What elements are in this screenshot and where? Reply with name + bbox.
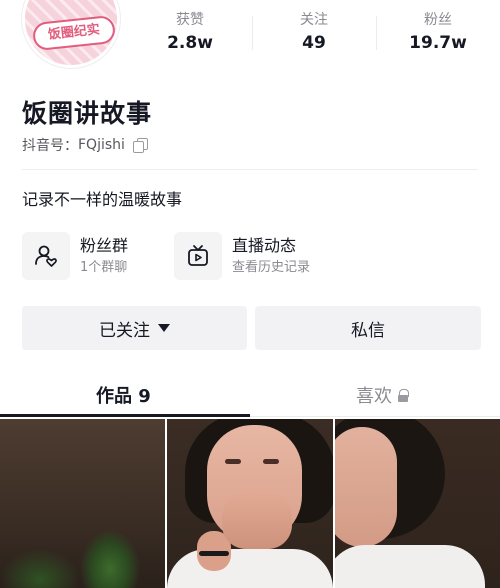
stat-label: 关注 [300,12,328,28]
stat-value: 49 [302,33,326,53]
copy-icon[interactable] [132,138,148,153]
followed-label: 已关注 [99,320,150,341]
video-thumbnail[interactable] [0,419,166,588]
fan-group-title: 粉丝群 [80,236,129,255]
stat-value: 19.7w [409,33,467,53]
tab-works-label: 作品 9 [96,386,151,407]
video-thumbnail[interactable] [334,419,500,588]
stat-value: 2.8w [167,33,213,53]
live-activity-entry[interactable]: 直播动态 查看历史记录 [174,232,310,280]
fan-group-sub: 1个群聊 [80,260,128,275]
stat-following[interactable]: 关注 49 [252,10,376,56]
fan-group-icon [35,245,57,267]
profile-name: 饭圈讲故事 [22,99,153,128]
live-activity-sub: 查看历史记录 [232,260,311,275]
avatar[interactable]: 饭圈纪实 [22,0,120,68]
tab-works[interactable]: 作品 9 [96,382,151,408]
tab-active-indicator [0,414,250,417]
uid-row: 抖音号： FQjishi [22,135,148,155]
caret-down-icon [158,324,170,332]
stat-likes[interactable]: 获赞 2.8w [128,10,252,56]
uid-value: FQjishi [78,137,125,153]
tv-play-icon [188,245,208,266]
uid-label: 抖音号： [22,138,78,154]
lock-icon [398,388,409,402]
message-label: 私信 [351,320,385,341]
stat-label: 获赞 [176,12,204,28]
video-grid [0,419,500,588]
tab-likes[interactable]: 喜欢 [356,382,409,408]
tab-likes-label: 喜欢 [356,386,392,407]
fan-group-icon-box [22,232,70,280]
live-activity-icon-box [174,232,222,280]
live-activity-title: 直播动态 [232,236,297,255]
stat-label: 粉丝 [424,12,452,28]
stats-bar: 获赞 2.8w 关注 49 粉丝 19.7w [128,10,500,56]
followed-button[interactable]: 已关注 [22,306,247,350]
fan-group-entry[interactable]: 粉丝群 1个群聊 [22,232,128,280]
stat-followers[interactable]: 粉丝 19.7w [376,10,500,56]
profile-bio: 记录不一样的温暖故事 [22,190,183,209]
video-thumbnail[interactable] [167,419,333,588]
message-button[interactable]: 私信 [255,306,481,350]
divider [22,169,478,170]
